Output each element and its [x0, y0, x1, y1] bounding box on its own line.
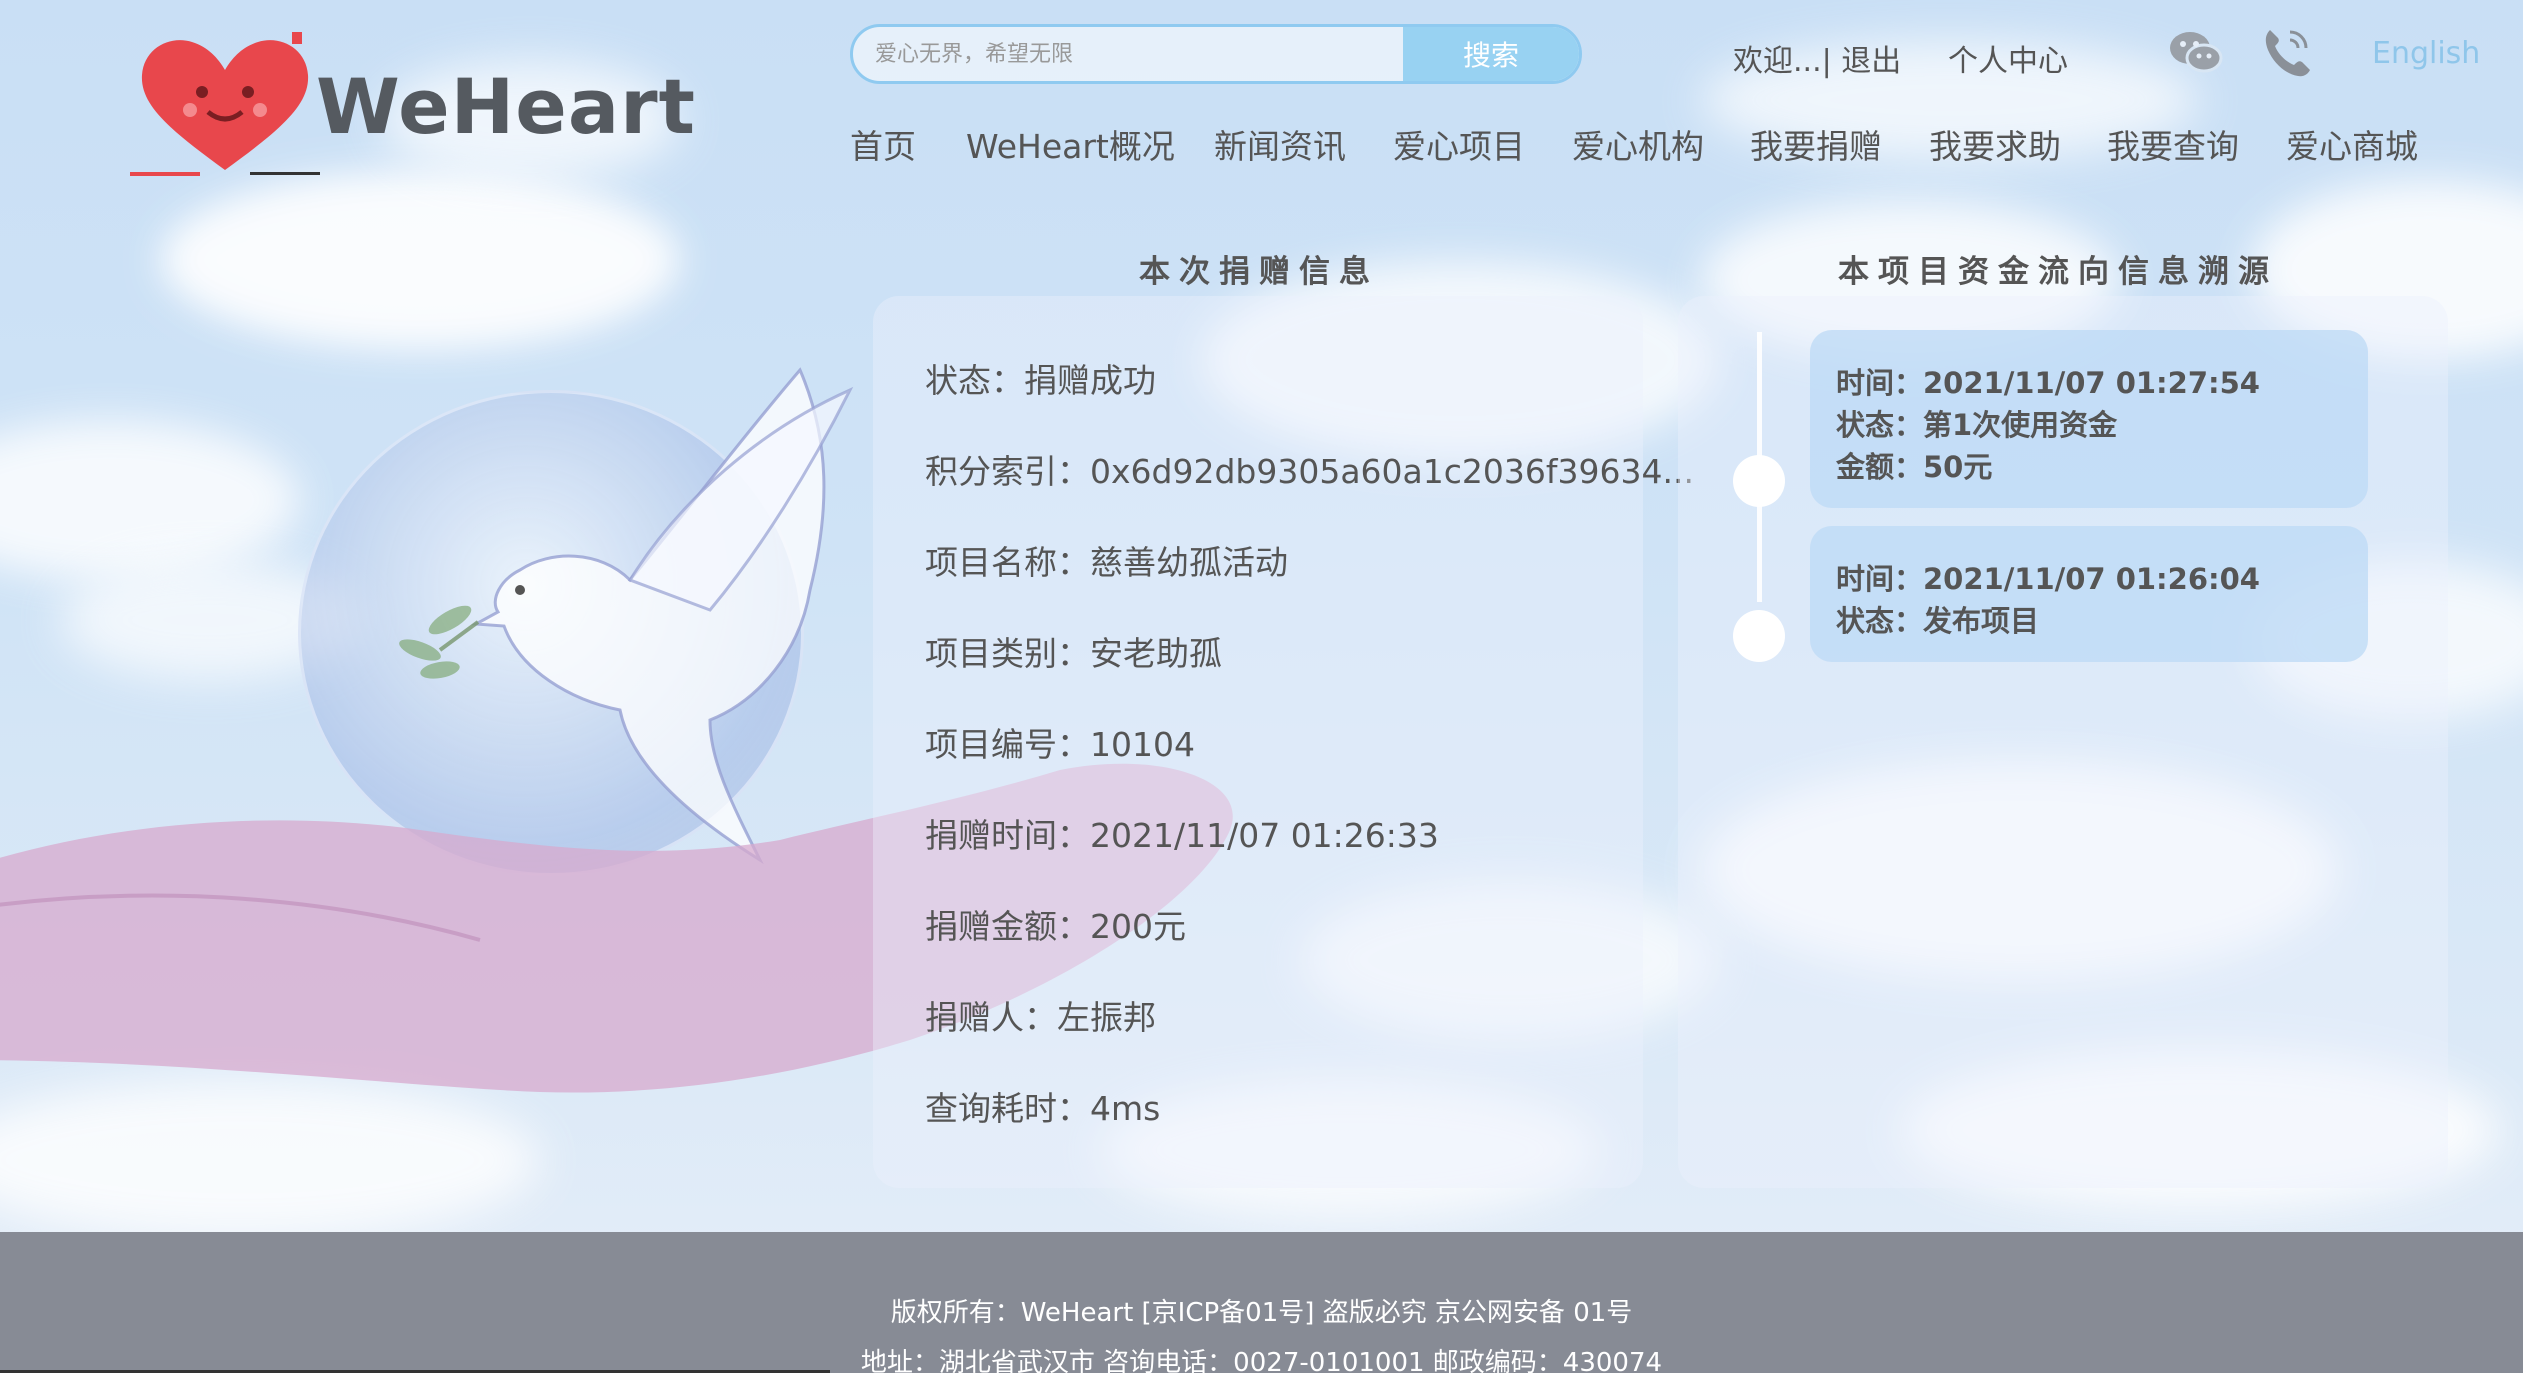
trace-entry-status: 状态：发布项目 — [1836, 604, 2040, 638]
nav-item-organizations[interactable]: 爱心机构 — [1572, 120, 1704, 168]
footer-copyright: 版权所有：WeHeart [京ICP备01号] 盗版必究 京公网安备 01号 — [890, 1298, 1633, 1328]
nav-item-request-help[interactable]: 我要求助 — [1929, 120, 2061, 168]
nav-item-donate[interactable]: 我要捐赠 — [1750, 120, 1882, 168]
trace-entry-amount: 金额：50元 — [1836, 450, 1993, 484]
search-button[interactable]: 搜索 — [1403, 27, 1579, 81]
trace-entry-time: 时间：2021/11/07 01:26:04 — [1836, 562, 2260, 596]
project-name: 项目名称：慈善幼孤活动 — [925, 543, 1288, 582]
trace-entry-card: 时间：2021/11/07 01:26:04 状态：发布项目 — [1810, 526, 2368, 662]
trace-entry-card: 时间：2021/11/07 01:27:54 状态：第1次使用资金 金额：50元 — [1810, 330, 2368, 508]
donation-status: 状态：捐赠成功 — [925, 361, 1156, 400]
fund-trace-title: 本项目资金流向信息溯源 — [1838, 254, 2278, 290]
search-bar: 搜索 — [850, 24, 1582, 84]
heart-logo-icon — [130, 32, 320, 176]
personal-center-link[interactable]: 个人中心 — [1948, 36, 2068, 80]
nav-item-overview[interactable]: WeHeart概况 — [966, 120, 1175, 168]
project-number: 项目编号：10104 — [925, 725, 1195, 764]
phone-icon[interactable] — [2256, 22, 2316, 82]
nav-item-query[interactable]: 我要查询 — [2107, 120, 2239, 168]
wechat-icon[interactable] — [2166, 22, 2226, 82]
timeline-dot — [1733, 610, 1785, 662]
nav-item-projects[interactable]: 爱心项目 — [1393, 120, 1525, 168]
footer-address: 地址：湖北省武汉市 咨询电话：0027-0101001 邮政编码：430074 — [860, 1348, 1663, 1378]
donor-name: 捐赠人：左振邦 — [925, 998, 1156, 1037]
site-logo[interactable]: WeHeart — [120, 10, 695, 176]
search-input[interactable] — [853, 27, 1408, 81]
timeline-dot — [1733, 455, 1785, 507]
points-index: 积分索引：0x6d92db9305a60a1c2036f39634... — [925, 452, 1694, 491]
main-nav: 首页 WeHeart概况 新闻资讯 爱心项目 爱心机构 我要捐赠 我要求助 我要… — [850, 120, 2510, 170]
brand-name: WeHeart — [316, 62, 696, 151]
donation-info-panel: 状态：捐赠成功 积分索引：0x6d92db9305a60a1c2036f3963… — [873, 296, 1694, 1188]
welcome-logout-link[interactable]: 欢迎...| 退出 — [1733, 36, 1901, 80]
nav-item-mall[interactable]: 爱心商城 — [2286, 120, 2418, 168]
trace-entry-time: 时间：2021/11/07 01:27:54 — [1836, 366, 2260, 400]
site-header: WeHeart 搜索 欢迎...| 退出 个人中心 English 首页 WeH… — [0, 0, 2523, 182]
project-category: 项目类别：安老助孤 — [925, 634, 1222, 673]
site-footer: 版权所有：WeHeart [京ICP备01号] 盗版必究 京公网安备 01号 地… — [0, 1232, 2523, 1378]
donation-info-title: 本次捐赠信息 — [1139, 254, 1379, 290]
donation-time: 捐赠时间：2021/11/07 01:26:33 — [925, 816, 1439, 855]
english-language-link[interactable]: English — [2372, 36, 2480, 71]
trace-entry-status: 状态：第1次使用资金 — [1836, 408, 2118, 442]
donation-amount: 捐赠金额：200元 — [925, 907, 1186, 946]
nav-item-news[interactable]: 新闻资讯 — [1214, 120, 1346, 168]
query-duration: 查询耗时：4ms — [925, 1089, 1161, 1128]
nav-item-home[interactable]: 首页 — [850, 120, 916, 168]
